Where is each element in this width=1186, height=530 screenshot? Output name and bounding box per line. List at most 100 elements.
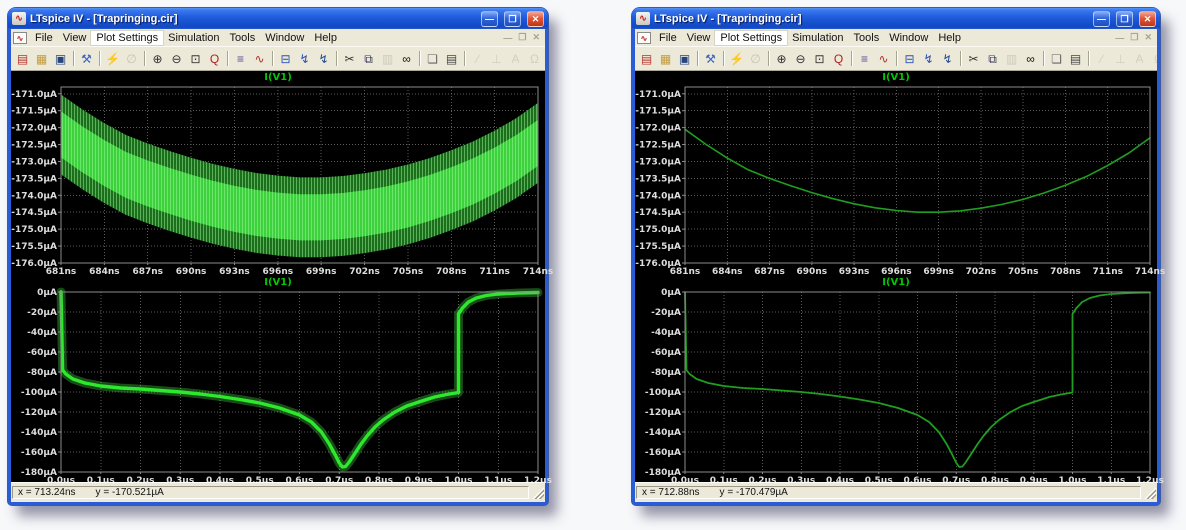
view-waveform-icon[interactable]: ∿ [250,50,269,68]
menu-help[interactable]: Help [309,31,342,45]
menu-window[interactable]: Window [884,31,933,45]
y-tick-label: -176.0µA [11,259,57,269]
find-icon[interactable]: ∞ [1021,50,1040,68]
menu-tools[interactable]: Tools [225,31,261,45]
menu-view[interactable]: View [682,31,716,45]
maximize-button[interactable]: ❐ [504,11,521,27]
menu-plot-settings[interactable]: Plot Settings [715,31,787,45]
close-button[interactable]: ✕ [527,11,544,27]
y-tick-label: -175.5µA [635,242,681,252]
copy-icon[interactable]: ⧉ [359,50,378,68]
new-schematic-icon[interactable]: ▤ [13,50,32,68]
tile-windows-icon[interactable]: ⊟ [276,50,295,68]
zoom-in-icon[interactable]: ⊕ [772,50,791,68]
y-tick-label: -172.0µA [635,124,681,134]
copy-icon[interactable]: ⧉ [983,50,1002,68]
title-bar[interactable]: ∿ LTspice IV - [Trapringing.cir] — ❐ ✕ [8,8,548,29]
mdi-restore-button[interactable]: ❐ [1127,32,1141,43]
y-tick-label: -173.5µA [11,174,57,184]
zoom-full-extents-icon[interactable]: Q [205,50,224,68]
view-spice-netlist-icon[interactable]: ≡ [855,50,874,68]
view-waveform-icon[interactable]: ∿ [874,50,893,68]
y-tick-label: -180µA [645,468,681,478]
plot-frame [685,87,1150,263]
y-tick-label: -120µA [645,408,681,418]
open-file-icon[interactable]: ▦ [656,50,675,68]
view-spice-netlist-icon[interactable]: ≡ [231,50,250,68]
minimize-button[interactable]: — [481,11,498,27]
tile-windows-icon[interactable]: ⊟ [900,50,919,68]
resize-grip[interactable] [1143,486,1156,499]
zoom-in-icon[interactable]: ⊕ [148,50,167,68]
zoom-fit-icon[interactable]: ⊡ [810,50,829,68]
trace-label[interactable]: I(V1) [635,71,1157,84]
mdi-close-button[interactable]: ✕ [529,32,543,43]
find-icon[interactable]: ∞ [397,50,416,68]
probe-current-icon[interactable]: ↯ [938,50,957,68]
print-preview-icon[interactable]: ❏ [1047,50,1066,68]
y-tick-label: -173.5µA [635,174,681,184]
menu-view[interactable]: View [58,31,92,45]
toolbar-separator [851,51,852,66]
y-tick-label: -80µA [27,368,57,378]
trace-label[interactable]: I(V1) [11,276,545,289]
maximize-button[interactable]: ❐ [1116,11,1133,27]
menu-simulation[interactable]: Simulation [787,31,848,45]
open-file-icon[interactable]: ▦ [32,50,51,68]
y-tick-label: -174.0µA [11,191,57,201]
trace-label[interactable]: I(V1) [11,71,545,84]
minimize-button[interactable]: — [1093,11,1110,27]
toolbar-separator [1088,51,1089,66]
cursor-x-value: x = 713.24ns [18,487,76,498]
probe-current-icon[interactable]: ↯ [314,50,333,68]
y-tick-label: -80µA [651,368,681,378]
print-icon[interactable]: ▤ [1066,50,1085,68]
waveform-plot-top[interactable]: 681ns684ns687ns690ns693ns696ns699ns702ns… [635,84,1157,276]
close-button[interactable]: ✕ [1139,11,1156,27]
y-tick-label: 0µA [37,288,57,298]
print-preview-icon[interactable]: ❏ [423,50,442,68]
control-panel-icon[interactable]: ⚒ [701,50,720,68]
resize-grip[interactable] [531,486,544,499]
status-bar: x = 713.24ns y = -170.521µA [11,482,545,502]
print-icon[interactable]: ▤ [442,50,461,68]
y-tick-label: -40µA [27,328,57,338]
zoom-full-extents-icon[interactable]: Q [829,50,848,68]
run-simulation-icon[interactable]: ⚡ [103,50,122,68]
cut-icon[interactable]: ✂ [340,50,359,68]
trace-label[interactable]: I(V1) [635,276,1157,289]
mdi-restore-button[interactable]: ❐ [515,32,529,43]
mdi-minimize-button[interactable]: — [1112,33,1127,43]
menu-simulation[interactable]: Simulation [163,31,224,45]
toolbar-separator [73,51,74,66]
toolbar-separator [272,51,273,66]
plot-pane-bottom: I(V1) 0.0µs0.1µs0.2µs0.3µs0.4µs0.5µs0.6µ… [11,276,545,485]
probe-voltage-icon[interactable]: ↯ [295,50,314,68]
waveform-plot-bottom[interactable]: 0.0µs0.1µs0.2µs0.3µs0.4µs0.5µs0.6µs0.7µs… [635,289,1157,485]
menu-file[interactable]: File [30,31,58,45]
menu-tools[interactable]: Tools [849,31,885,45]
save-file-icon[interactable]: ▣ [51,50,70,68]
y-tick-label: -120µA [21,408,57,418]
menu-window[interactable]: Window [260,31,309,45]
menu-file[interactable]: File [654,31,682,45]
title-bar[interactable]: ∿ LTspice IV - [Trapringing.cir] — ❐ ✕ [632,8,1160,29]
zoom-back-icon[interactable]: ⊖ [791,50,810,68]
cut-icon[interactable]: ✂ [964,50,983,68]
mdi-minimize-button[interactable]: — [500,33,515,43]
save-file-icon[interactable]: ▣ [675,50,694,68]
menu-plot-settings[interactable]: Plot Settings [91,31,163,45]
control-panel-icon[interactable]: ⚒ [77,50,96,68]
mdi-close-button[interactable]: ✕ [1141,32,1155,43]
cursor-x-value: x = 712.88ns [642,487,700,498]
waveform-plot-top[interactable]: 681ns684ns687ns690ns693ns696ns699ns702ns… [11,84,545,276]
cursor-readout: x = 712.88ns y = -170.479µA [636,486,1141,499]
zoom-fit-icon[interactable]: ⊡ [186,50,205,68]
menu-help[interactable]: Help [933,31,966,45]
waveform-plot-bottom[interactable]: 0.0µs0.1µs0.2µs0.3µs0.4µs0.5µs0.6µs0.7µs… [11,289,545,485]
probe-voltage-icon[interactable]: ↯ [919,50,938,68]
run-simulation-icon[interactable]: ⚡ [727,50,746,68]
new-schematic-icon[interactable]: ▤ [637,50,656,68]
window-title: LTspice IV - [Trapringing.cir] [654,13,1087,25]
zoom-back-icon[interactable]: ⊖ [167,50,186,68]
